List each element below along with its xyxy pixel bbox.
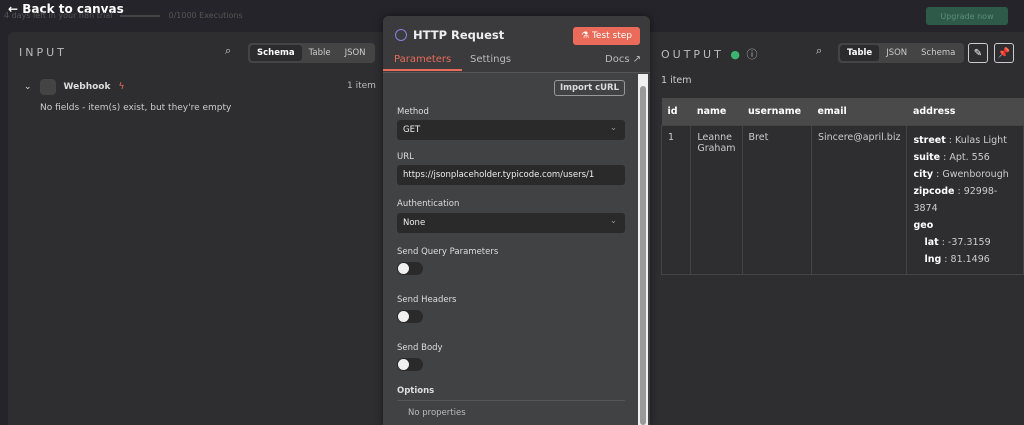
globe-icon — [395, 29, 407, 41]
tab-json[interactable]: JSON — [338, 45, 373, 61]
chevron-down-icon: ⌄ — [609, 123, 617, 133]
edit-pencil-icon[interactable]: ✎ — [968, 43, 988, 63]
item-count: 1 item — [661, 75, 692, 86]
tab-table[interactable]: Table — [840, 45, 880, 61]
key: suite — [913, 152, 941, 163]
external-link-icon: ↗ — [632, 54, 642, 65]
authentication-select[interactable]: None ⌄ — [397, 213, 625, 233]
success-check-icon: ● — [730, 48, 740, 61]
url-value: https://jsonplaceholder.typicode.com/use… — [403, 170, 595, 180]
send-query-toggle[interactable] — [397, 262, 423, 275]
search-icon[interactable]: ⌕ — [816, 44, 822, 58]
tab-table[interactable]: Table — [302, 45, 338, 61]
search-icon[interactable]: ⌕ — [225, 44, 231, 58]
upgrade-button[interactable]: Upgrade now — [926, 7, 1008, 25]
send-body-toggle[interactable] — [397, 358, 423, 371]
output-panel: OUTPUT ● ⓘ ⌕ Table JSON Schema ✎ 📌 1 ite… — [650, 32, 1024, 425]
key: lat — [924, 237, 939, 248]
tab-settings[interactable]: Settings — [470, 54, 511, 65]
docs-label: Docs — [605, 54, 630, 65]
pin-icon[interactable]: 📌 — [994, 43, 1014, 63]
import-curl-button[interactable]: Import cURL — [553, 80, 625, 96]
node-settings-panel: HTTP Request ⚗ Test step Parameters Sett… — [383, 16, 650, 425]
cell-address: street : Kulas Light suite : Apt. 556 ci… — [906, 125, 1024, 275]
chevron-down-icon: ⌄ — [24, 82, 32, 92]
trigger-bolt-icon: ϟ — [118, 82, 125, 92]
test-step-button[interactable]: ⚗ Test step — [573, 27, 640, 45]
tab-schema[interactable]: Schema — [914, 45, 962, 61]
output-view-tabs: Table JSON Schema — [838, 43, 965, 63]
output-title: OUTPUT ● ⓘ — [661, 46, 757, 62]
scrollbar[interactable] — [638, 74, 648, 425]
key: zipcode — [913, 186, 955, 197]
cell-username: Bret — [741, 125, 812, 275]
empty-message: No fields - item(s) exist, but they're e… — [40, 103, 232, 113]
executions-bar — [120, 14, 161, 17]
info-icon[interactable]: ⓘ — [746, 48, 757, 61]
key: street — [913, 135, 946, 146]
cell-name: Leanne Graham — [690, 125, 743, 275]
column-email: email — [811, 98, 907, 126]
method-select[interactable]: GET ⌄ — [397, 120, 625, 140]
test-step-label: Test step — [591, 31, 632, 41]
url-input[interactable]: https://jsonplaceholder.typicode.com/use… — [397, 165, 625, 185]
method-value: GET — [403, 125, 421, 135]
url-label: URL — [397, 152, 414, 162]
webhook-label: Webhook — [63, 82, 111, 92]
upgrade-label: Upgrade now — [940, 11, 994, 21]
send-headers-toggle[interactable] — [397, 310, 423, 323]
send-headers-label: Send Headers — [397, 295, 457, 305]
output-table: id name username email address 1 Leanne … — [660, 98, 1024, 275]
column-username: username — [742, 98, 812, 126]
send-query-label: Send Query Parameters — [397, 247, 499, 257]
options-heading: Options — [397, 386, 625, 401]
value: Gwenborough — [942, 169, 1009, 180]
key: geo — [913, 220, 934, 231]
tab-parameters[interactable]: Parameters — [383, 54, 462, 71]
column-address: address — [906, 98, 1024, 126]
input-title: INPUT — [19, 46, 67, 59]
cell-id: 1 — [660, 125, 692, 275]
trial-info: 4 days left in your n8n trial 0/1000 Exec… — [4, 11, 243, 20]
column-name: name — [690, 98, 743, 126]
output-title-text: OUTPUT — [661, 48, 724, 61]
cell-email: Sincere@april.biz — [810, 125, 908, 275]
input-panel: INPUT ⌕ Schema Table JSON ⌄ Webhook ϟ 1 … — [8, 32, 383, 425]
node-title: HTTP Request — [395, 28, 504, 42]
no-properties-text: No properties — [408, 408, 466, 418]
input-view-tabs: Schema Table JSON — [248, 43, 375, 63]
executions-text: 0/1000 Executions — [168, 11, 243, 20]
docs-link[interactable]: Docs ↗ — [605, 54, 641, 65]
item-count: 1 item — [347, 81, 376, 91]
chevron-down-icon: ⌄ — [609, 216, 617, 226]
value: 81.1496 — [950, 254, 990, 265]
node-title-text: HTTP Request — [413, 28, 505, 42]
tab-json[interactable]: JSON — [879, 45, 914, 61]
scrollbar-thumb[interactable] — [640, 86, 646, 425]
trial-text: 4 days left in your n8n trial — [4, 11, 113, 20]
key: city — [913, 169, 934, 180]
value: -37.3159 — [947, 237, 991, 248]
send-body-label: Send Body — [397, 343, 443, 353]
table-row: 1 Leanne Graham Bret Sincere@april.biz s… — [660, 125, 1024, 275]
tab-schema[interactable]: Schema — [250, 45, 302, 61]
webhook-row[interactable]: ⌄ Webhook ϟ — [24, 79, 124, 95]
value: Apt. 556 — [949, 152, 990, 163]
webhook-icon — [39, 79, 56, 95]
key: lng — [924, 254, 942, 265]
table-header: id name username email address — [661, 98, 1024, 126]
column-id: id — [661, 98, 691, 126]
authentication-label: Authentication — [397, 199, 460, 209]
method-label: Method — [397, 107, 429, 117]
authentication-value: None — [403, 218, 426, 228]
value: Kulas Light — [955, 135, 1007, 146]
